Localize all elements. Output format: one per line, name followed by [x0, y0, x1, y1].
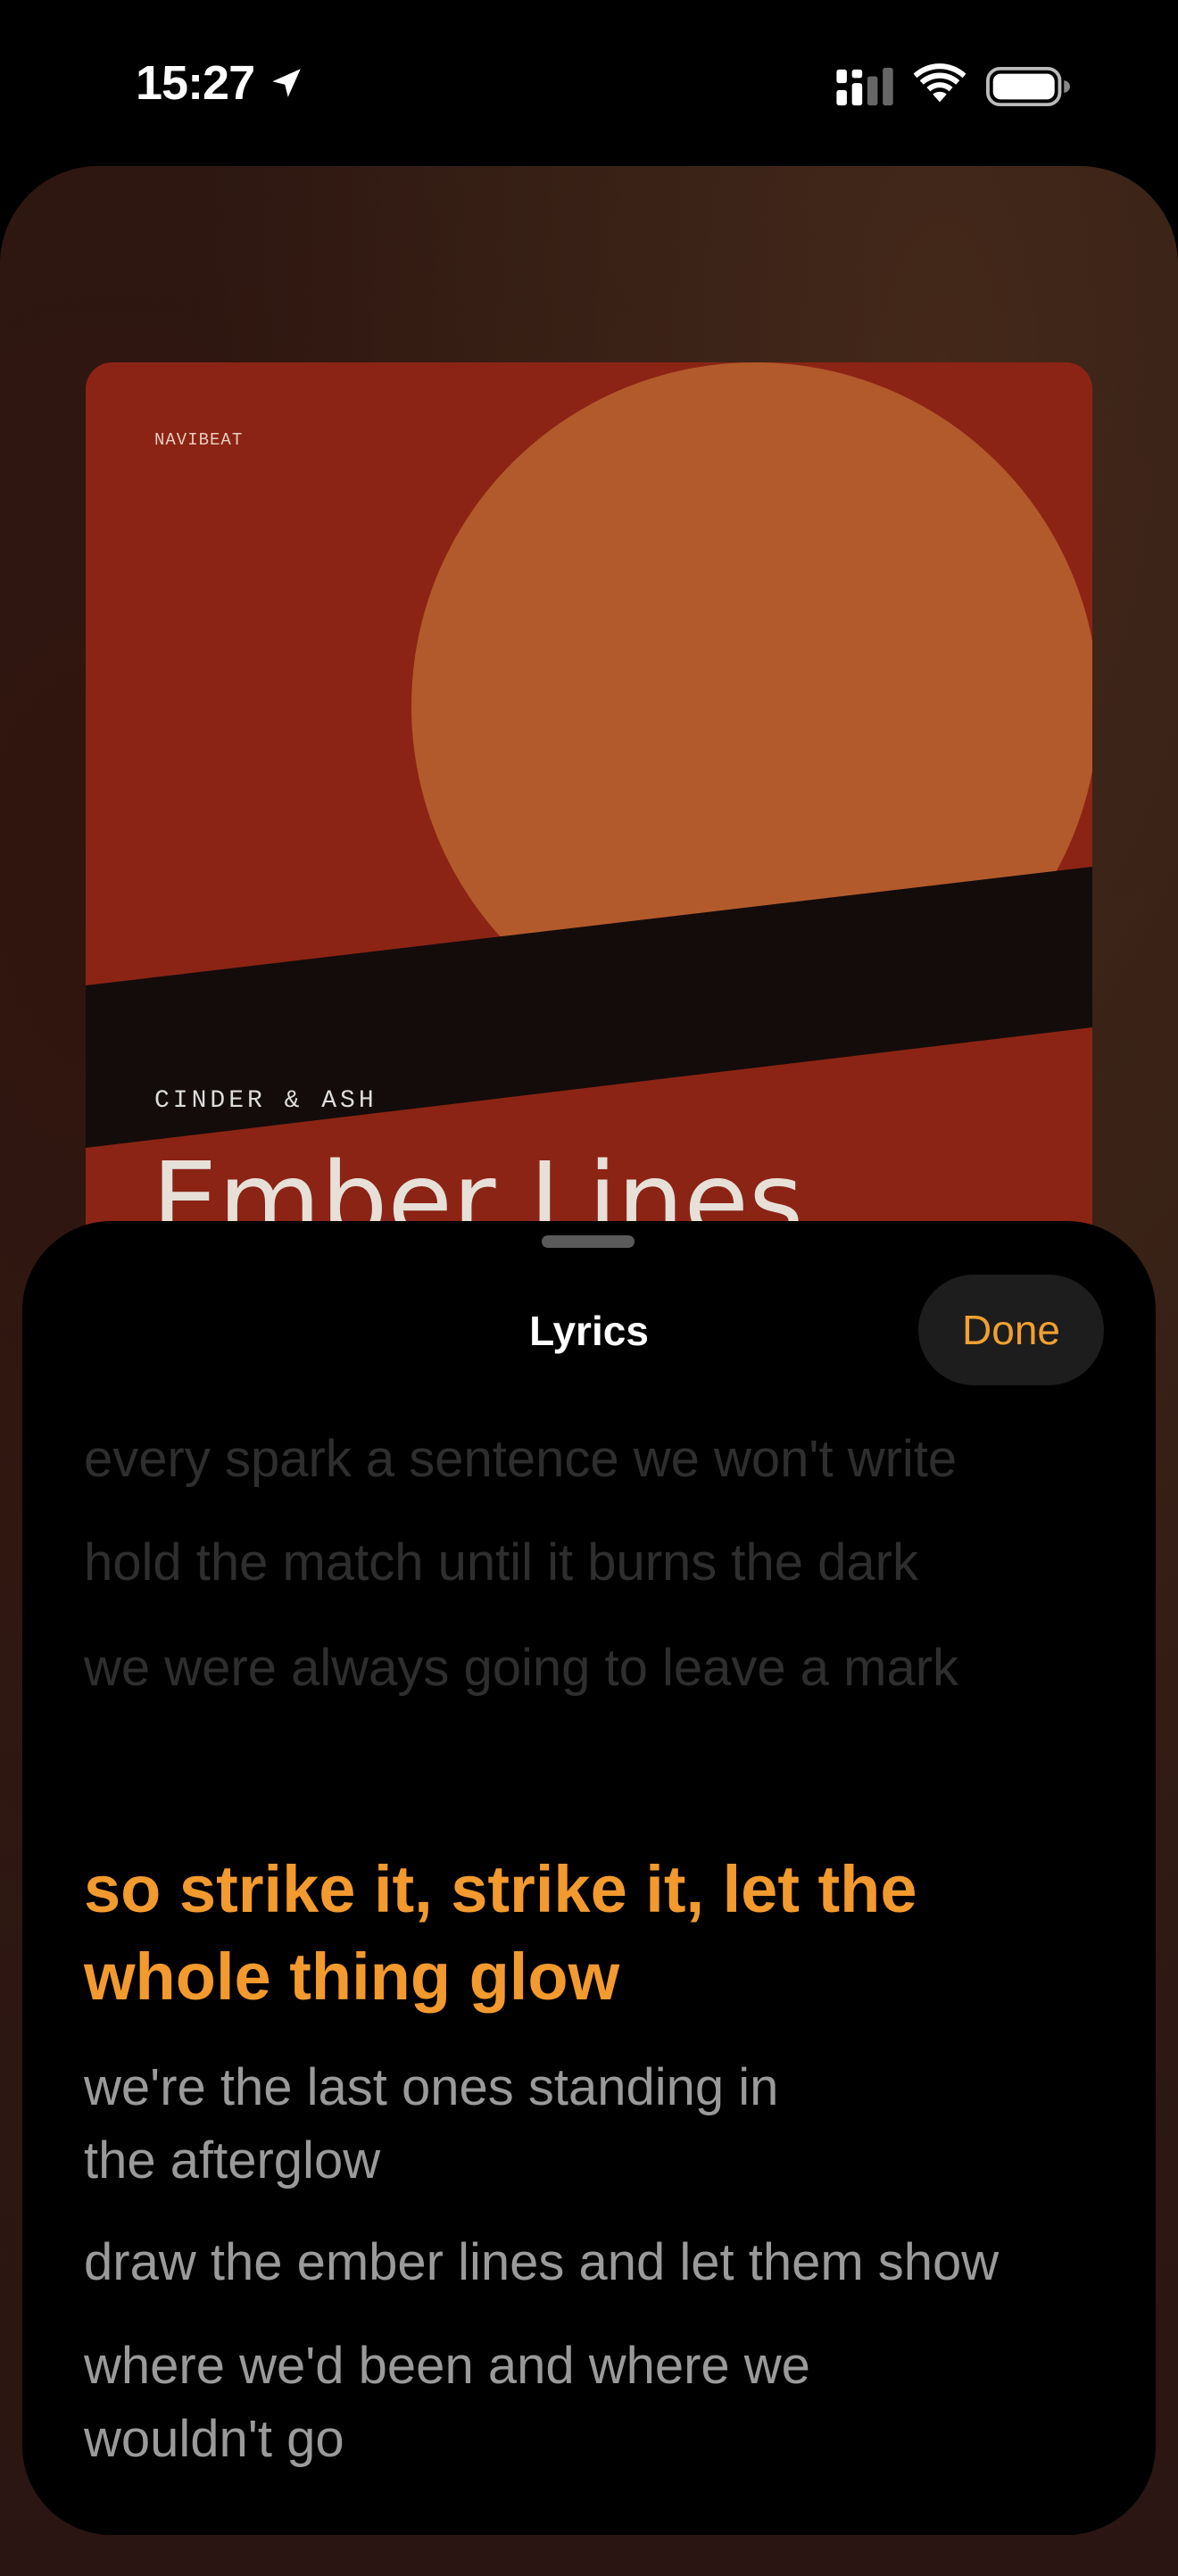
lyric-text: we're the last ones standing in: [84, 2058, 779, 2116]
lyric-line[interactable]: hold the match until it burns the dark: [84, 1526, 1110, 1600]
album-artist: CINDER & ASH: [154, 1087, 377, 1115]
lyric-text: where we'd been and where we: [84, 2337, 810, 2395]
status-bar: 15:27: [0, 0, 1178, 170]
status-time: 15:27: [136, 56, 255, 110]
album-artwork: NAVIBEAT CINDER & ASH Ember Lines: [86, 362, 1092, 1255]
lyric-line[interactable]: draw the ember lines and let them show: [84, 2226, 1110, 2299]
lyric-text: draw the ember lines and let them show: [84, 2233, 1000, 2291]
location-arrow-icon: [272, 69, 301, 97]
record-label: NAVIBEAT: [154, 430, 244, 450]
lyric-line[interactable]: we're the last ones standing in the afte…: [84, 2051, 1110, 2198]
current-lyric-text: so strike it, strike it, let the: [84, 1852, 917, 1926]
battery-icon: [986, 66, 1070, 107]
lyrics-sheet[interactable]: Lyrics Done every spark a sentence we wo…: [22, 1221, 1156, 2535]
lyric-line[interactable]: every spark a sentence we won't write: [84, 1423, 1110, 1496]
lyric-text: wouldn't go: [84, 2410, 344, 2468]
album-art-graphic: [86, 362, 1092, 1255]
done-button[interactable]: Done: [918, 1275, 1104, 1385]
lyric-line[interactable]: where we'd been and where we wouldn't go: [84, 2330, 1110, 2476]
wifi-icon: [913, 63, 966, 103]
current-lyric-line[interactable]: so strike it, strike it, let the whole t…: [84, 1846, 1110, 2021]
sheet-grabber[interactable]: [542, 1235, 635, 1248]
cellular-signal-icon: [836, 67, 893, 106]
lyric-text: the afterglow: [84, 2131, 381, 2190]
current-lyric-text: whole thing glow: [84, 1940, 620, 2014]
lyric-line[interactable]: we were always going to leave a mark: [84, 1632, 1110, 1705]
